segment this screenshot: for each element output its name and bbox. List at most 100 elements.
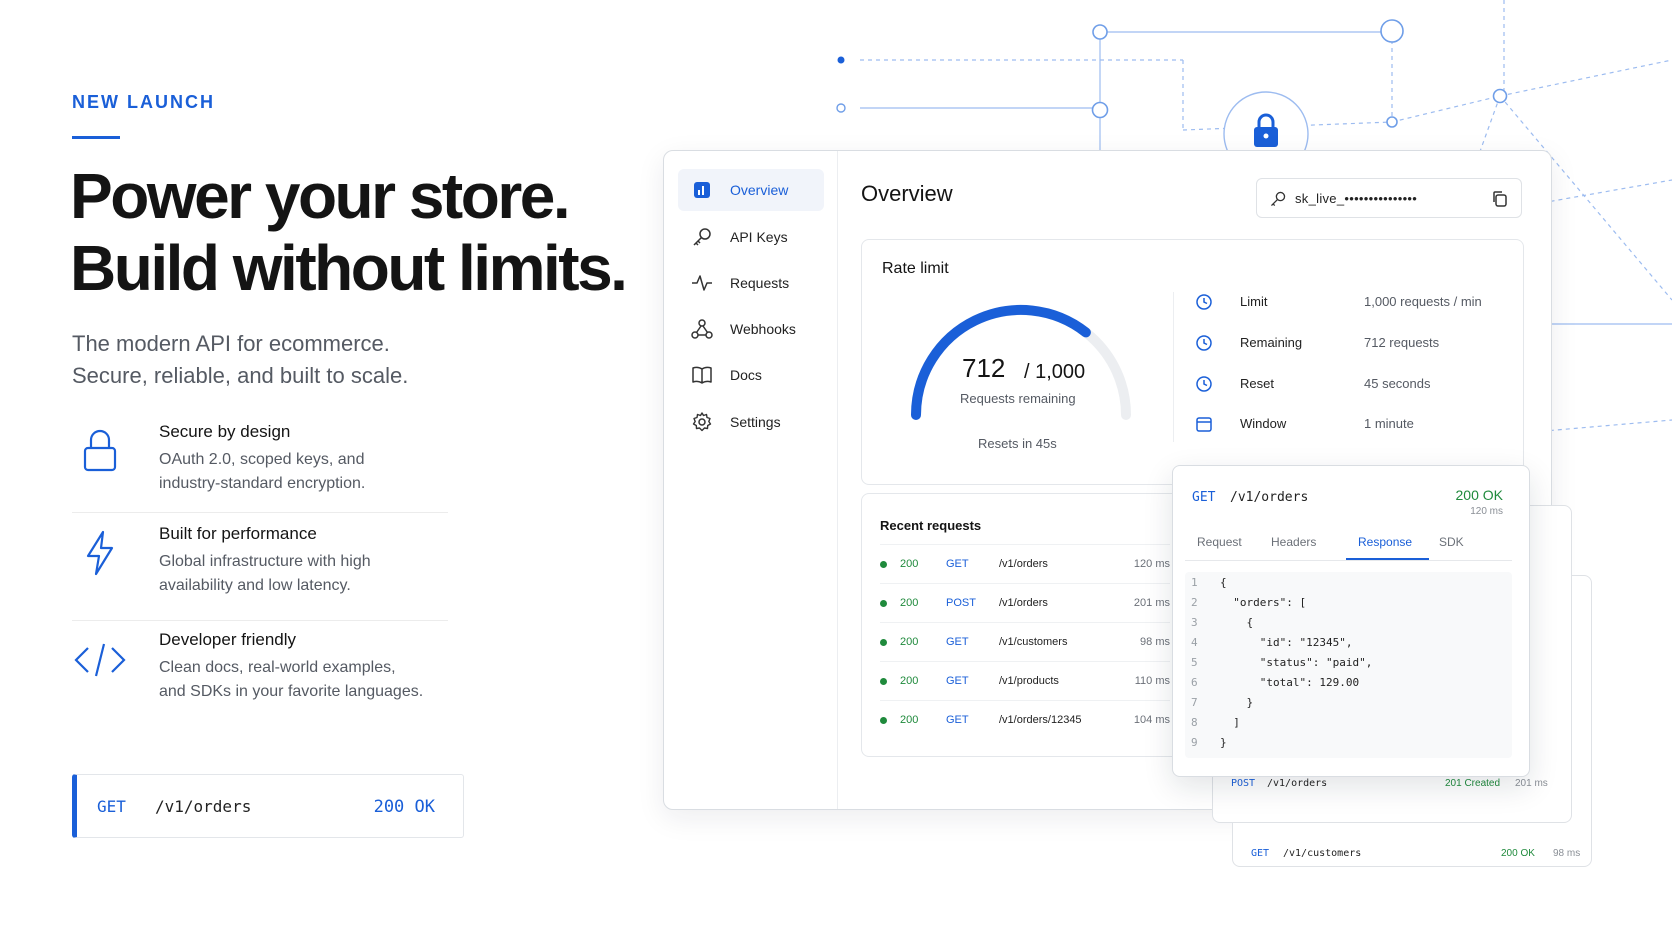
feature-performance: Built for performance Global infrastruct… (72, 520, 448, 618)
network-left-nodes (836, 56, 846, 113)
clock-icon (1196, 294, 1212, 310)
code-text: "id": "12345", (1220, 636, 1353, 649)
status-dot (880, 678, 887, 685)
request-method: GET (946, 636, 969, 648)
code-line: 8 ] (1185, 716, 1512, 736)
table-row[interactable]: 200 GET /v1/orders 120 ms (880, 544, 1170, 583)
stat-value: 712 requests (1364, 335, 1440, 350)
table-row[interactable]: 200 GET /v1/customers 98 ms (880, 622, 1170, 661)
stat-value: 45 seconds (1364, 376, 1431, 391)
table-row[interactable]: 200 GET /v1/products 110 ms (880, 661, 1170, 700)
feature-description: Global infrastructure with high availabi… (159, 550, 371, 598)
code-block: 1{2 "orders": [3 {4 "id": "12345", 5 "sta… (1185, 572, 1512, 758)
line-number: 3 (1191, 616, 1198, 629)
tab-response[interactable]: Response (1358, 535, 1412, 549)
key-icon (690, 225, 714, 249)
headline-line-2: Build without limits. (70, 232, 628, 304)
feature-description: Clean docs, real-world examples, and SDK… (159, 656, 423, 704)
stat-label: Limit (1240, 294, 1268, 309)
request-method: POST (1231, 778, 1256, 789)
dashboard-icon (690, 178, 714, 202)
stat-limit: Limit 1,000 requests / min (1195, 292, 1495, 312)
request-duration: 120 ms (1133, 558, 1170, 570)
headline: Power your store. Build without limits. (70, 160, 650, 304)
api-key-field[interactable]: sk_live_••••••••••••••• (1256, 178, 1522, 218)
stat-window: Window 1 minute (1195, 414, 1495, 434)
active-tab-indicator (1346, 558, 1429, 560)
status-code: 200 (900, 636, 919, 648)
gauge-total: / 1,000 (1024, 361, 1086, 383)
status-dot (880, 639, 887, 646)
code-text: "orders": [ (1220, 596, 1307, 609)
feature-title: Developer friendly (159, 630, 297, 649)
sidebar-item-webhooks[interactable]: Webhooks (678, 308, 824, 350)
eyebrow-rule (72, 136, 120, 139)
sidebar: Overview API Keys Requests Webhooks Docs (664, 151, 838, 809)
divider (1173, 292, 1174, 442)
request-path: /v1/orders/12345 (999, 714, 1082, 726)
code-text: } (1220, 696, 1254, 709)
key-icon (1270, 191, 1286, 207)
webhook-icon (690, 317, 714, 341)
calendar-icon (1196, 417, 1212, 432)
clock-icon (1196, 335, 1212, 351)
stat-remaining: Remaining 712 requests (1195, 333, 1495, 353)
stat-reset: Reset 45 seconds (1195, 374, 1495, 394)
code-line: 2 "orders": [ (1185, 596, 1512, 616)
line-number: 1 (1191, 576, 1198, 589)
sidebar-item-overview[interactable]: Overview (678, 169, 824, 211)
request-method: POST (946, 597, 976, 609)
copy-icon[interactable] (1491, 190, 1509, 208)
status-badge: 200 OK (1501, 848, 1535, 859)
rate-limit-card: Rate limit 712 / 1,000 Requests remainin… (861, 239, 1524, 485)
status-dot (880, 600, 887, 607)
table-row[interactable]: 200 POST /v1/orders 201 ms (880, 583, 1170, 622)
endpoint-example-card: GET /v1/orders 200 OK (72, 774, 464, 838)
endpoint-path: /v1/orders (155, 797, 252, 816)
feature-title: Secure by design (159, 422, 291, 441)
code-line: 3 { (1185, 616, 1512, 636)
request-path: /v1/customers (999, 636, 1068, 648)
tab-request[interactable]: Request (1197, 535, 1242, 549)
code-text: "total": 129.00 (1220, 676, 1360, 689)
stat-label: Remaining (1240, 335, 1303, 350)
sidebar-item-requests[interactable]: Requests (678, 262, 824, 304)
status-badge: 201 Created (1445, 778, 1501, 789)
tab-sdk[interactable]: SDK (1439, 535, 1464, 549)
feature-desc-line: availability and low latency. (159, 577, 351, 594)
subheadline: The modern API for ecommerce. Secure, re… (72, 328, 492, 392)
line-number: 7 (1191, 696, 1198, 709)
sidebar-item-label: Overview (730, 182, 789, 198)
sidebar-item-label: Webhooks (730, 321, 796, 337)
stat-label: Window (1240, 416, 1287, 431)
request-path: /v1/orders (999, 558, 1048, 570)
endpoint-method: GET (97, 797, 126, 816)
sidebar-item-docs[interactable]: Docs (678, 354, 824, 396)
line-number: 2 (1191, 596, 1198, 609)
sidebar-item-label: Requests (730, 275, 790, 291)
code-text: { (1220, 576, 1227, 589)
sidebar-item-label: Docs (730, 367, 762, 383)
response-tabs: Request Headers Response SDK (1185, 526, 1512, 561)
table-row[interactable]: 200 GET /v1/orders/12345 104 ms (880, 700, 1170, 739)
code-line: 6 "total": 129.00 (1185, 676, 1512, 696)
code-line: 5 "status": "paid", (1185, 656, 1512, 676)
sidebar-item-settings[interactable]: Settings (678, 401, 824, 443)
code-line: 1{ (1185, 576, 1512, 596)
gauge-caption: Requests remaining (960, 391, 1076, 406)
book-icon (690, 363, 714, 387)
request-method: GET (1192, 490, 1216, 505)
line-number: 4 (1191, 636, 1198, 649)
code-text: { (1220, 616, 1254, 629)
sidebar-item-api-keys[interactable]: API Keys (678, 216, 824, 258)
tab-headers[interactable]: Headers (1271, 535, 1316, 549)
lock-icon (83, 429, 117, 472)
activity-icon (690, 271, 714, 295)
status-dot (880, 561, 887, 568)
request-duration: 110 ms (1134, 675, 1170, 687)
code-text: "status": "paid", (1220, 656, 1373, 669)
feature-desc-line: industry-standard encryption. (159, 475, 366, 492)
code-line: 4 "id": "12345", (1185, 636, 1512, 656)
feature-secure: Secure by design OAuth 2.0, scoped keys,… (72, 418, 448, 516)
response-panel: GET /v1/orders 200 OK 120 ms Request Hea… (1172, 465, 1530, 777)
